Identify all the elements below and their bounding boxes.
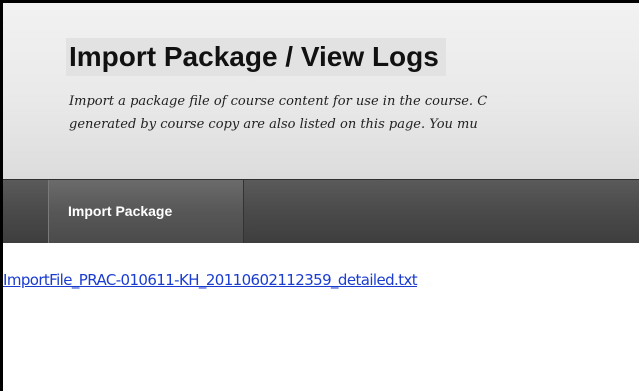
- page-description-line-2: generated by course copy are also listed…: [69, 117, 478, 132]
- action-bar: Import Package: [3, 179, 639, 243]
- page-header: Import Package / View Logs Import a pack…: [3, 3, 639, 180]
- page-description-line-1: Import a package file of course content …: [69, 94, 488, 109]
- page-title: Import Package / View Logs: [66, 38, 446, 76]
- content-frame: Import Package / View Logs Import a pack…: [0, 0, 639, 391]
- import-package-button[interactable]: Import Package: [48, 180, 244, 243]
- page-description: Import a package file of course content …: [69, 90, 639, 136]
- log-file-link[interactable]: ImportFile_PRAC-010611-KH_20110602112359…: [3, 271, 418, 289]
